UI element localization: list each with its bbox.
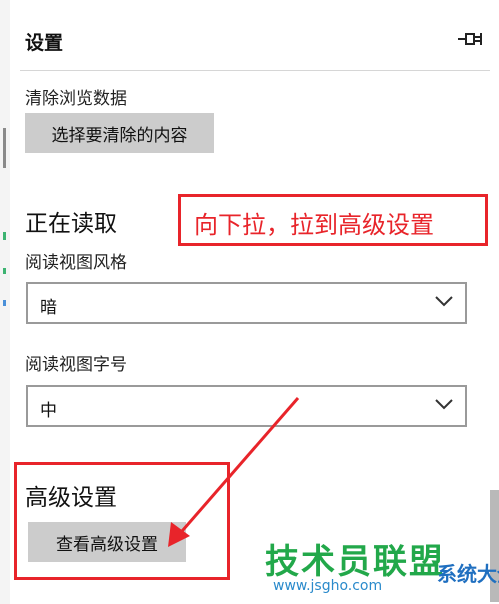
watermark-url: www.jsgho.com [273, 578, 383, 594]
annotation-box-advanced [14, 462, 230, 580]
choose-what-to-clear-button[interactable]: 选择要清除的内容 [25, 113, 214, 153]
reading-style-label: 阅读视图风格 [25, 253, 127, 273]
chevron-down-icon [435, 296, 453, 307]
chevron-down-icon [435, 399, 453, 410]
reading-font-size-label: 阅读视图字号 [25, 355, 127, 375]
watermark-brand: 技术员联盟 [265, 542, 445, 582]
watermark-logo: 技术员联盟 系统大全 www.jsgho.com [265, 534, 499, 604]
left-edge-strip [0, 0, 10, 604]
pin-icon[interactable] [456, 28, 484, 50]
reading-font-size-select[interactable]: 中 [26, 385, 467, 427]
reading-style-value: 暗 [40, 298, 57, 318]
reading-font-size-value: 中 [40, 401, 57, 421]
annotation-text: 向下拉，拉到高级设置 [194, 211, 434, 239]
reading-section-title: 正在读取 [25, 211, 117, 237]
clear-browsing-label: 清除浏览数据 [25, 89, 127, 109]
header-divider [20, 70, 490, 71]
watermark-side-text: 系统大全 [437, 562, 499, 586]
reading-style-select[interactable]: 暗 [26, 282, 467, 324]
panel-title: 设置 [25, 32, 64, 54]
screenshot: 设置 清除浏览数据 选择要清除的内容 正在读取 阅读视图风格 暗 阅读视图字号 … [0, 0, 499, 604]
